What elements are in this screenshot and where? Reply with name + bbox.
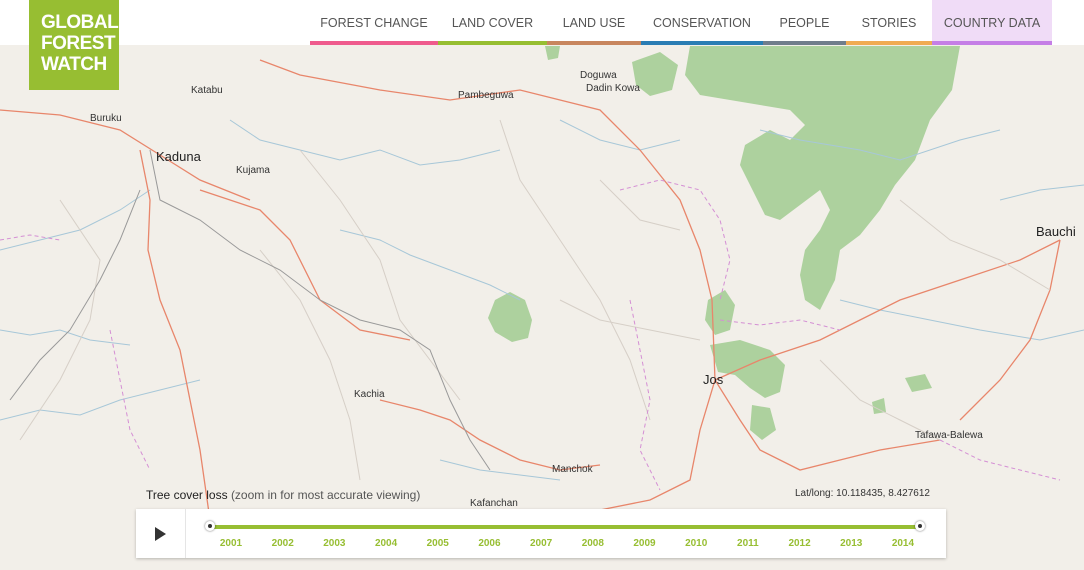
year-label[interactable]: 2008 xyxy=(578,538,608,549)
year-label[interactable]: 2005 xyxy=(423,538,453,549)
year-label[interactable]: 2014 xyxy=(888,538,918,549)
timeline-panel: 2001 2002 2003 2004 2005 2006 2007 2008 … xyxy=(136,509,946,558)
timeline-end-handle[interactable] xyxy=(915,521,925,531)
timeline-track[interactable] xyxy=(208,525,920,529)
nav-color-bar xyxy=(641,41,763,45)
nav-color-bar xyxy=(932,41,1052,45)
nav-color-bar xyxy=(438,41,547,45)
place-label: Pambeguwa xyxy=(458,90,514,101)
nav-label: PEOPLE xyxy=(779,15,830,30)
year-label[interactable]: 2002 xyxy=(268,538,298,549)
logo-line-2: FOREST xyxy=(41,33,116,54)
city-label: Jos xyxy=(703,372,724,387)
nav-color-bar xyxy=(763,41,846,45)
city-label: Bauchi xyxy=(1036,224,1076,239)
play-icon xyxy=(155,526,166,541)
place-label: Dadin Kowa xyxy=(586,83,640,94)
logo-line-3: WATCH xyxy=(41,54,107,75)
nav-country-data[interactable]: COUNTRY DATA xyxy=(932,0,1052,45)
main-nav: FOREST CHANGE LAND COVER LAND USE CONSER… xyxy=(310,0,1052,45)
nav-label: LAND COVER xyxy=(451,15,534,30)
year-label[interactable]: 2006 xyxy=(474,538,504,549)
nav-people[interactable]: PEOPLE xyxy=(763,0,846,45)
nav-color-bar xyxy=(547,41,641,45)
place-label: Katabu xyxy=(191,85,223,96)
nav-stories[interactable]: STORIES xyxy=(846,0,932,45)
place-label: Buruku xyxy=(90,113,122,124)
place-label: Doguwa xyxy=(580,70,617,81)
nav-land-use[interactable]: LAND USE xyxy=(547,0,641,45)
year-label[interactable]: 2009 xyxy=(630,538,660,549)
year-label[interactable]: 2013 xyxy=(836,538,866,549)
place-label: Kafanchan xyxy=(470,498,518,509)
nav-label: COUNTRY DATA xyxy=(943,15,1041,30)
year-label[interactable]: 2007 xyxy=(526,538,556,549)
nav-conservation[interactable]: CONSERVATION xyxy=(641,0,763,45)
timeline-years: 2001 2002 2003 2004 2005 2006 2007 2008 … xyxy=(216,538,918,549)
map-canvas[interactable] xyxy=(0,0,1084,570)
logo-line-1: GLOBAL xyxy=(41,12,119,33)
timeline-start-handle[interactable] xyxy=(205,521,215,531)
year-label[interactable]: 2012 xyxy=(785,538,815,549)
year-label[interactable]: 2011 xyxy=(733,538,763,549)
nav-label: LAND USE xyxy=(562,15,626,30)
nav-label: FOREST CHANGE xyxy=(320,15,428,30)
place-label: Kujama xyxy=(236,165,270,176)
year-label[interactable]: 2001 xyxy=(216,538,246,549)
layer-legend: Tree cover loss (zoom in for most accura… xyxy=(146,488,420,502)
place-label: Kachia xyxy=(354,389,385,400)
gfw-logo[interactable]: GLOBAL FOREST WATCH xyxy=(29,0,119,90)
year-label[interactable]: 2003 xyxy=(319,538,349,549)
year-label[interactable]: 2004 xyxy=(371,538,401,549)
latlong-readout: Lat/long: 10.118435, 8.427612 xyxy=(795,488,930,499)
nav-color-bar xyxy=(846,41,932,45)
nav-forest-change[interactable]: FOREST CHANGE xyxy=(310,0,438,45)
nav-label: STORIES xyxy=(861,15,917,30)
place-label: Tafawa-Balewa xyxy=(915,430,983,441)
layer-subtitle: (zoom in for most accurate viewing) xyxy=(230,488,421,502)
nav-land-cover[interactable]: LAND COVER xyxy=(438,0,547,45)
nav-color-bar xyxy=(310,41,438,45)
year-label[interactable]: 2010 xyxy=(681,538,711,549)
nav-label: CONSERVATION xyxy=(653,15,751,30)
place-label: Manchok xyxy=(552,464,593,475)
city-label: Kaduna xyxy=(156,149,201,164)
layer-title: Tree cover loss xyxy=(146,488,228,502)
play-button[interactable] xyxy=(136,509,186,558)
